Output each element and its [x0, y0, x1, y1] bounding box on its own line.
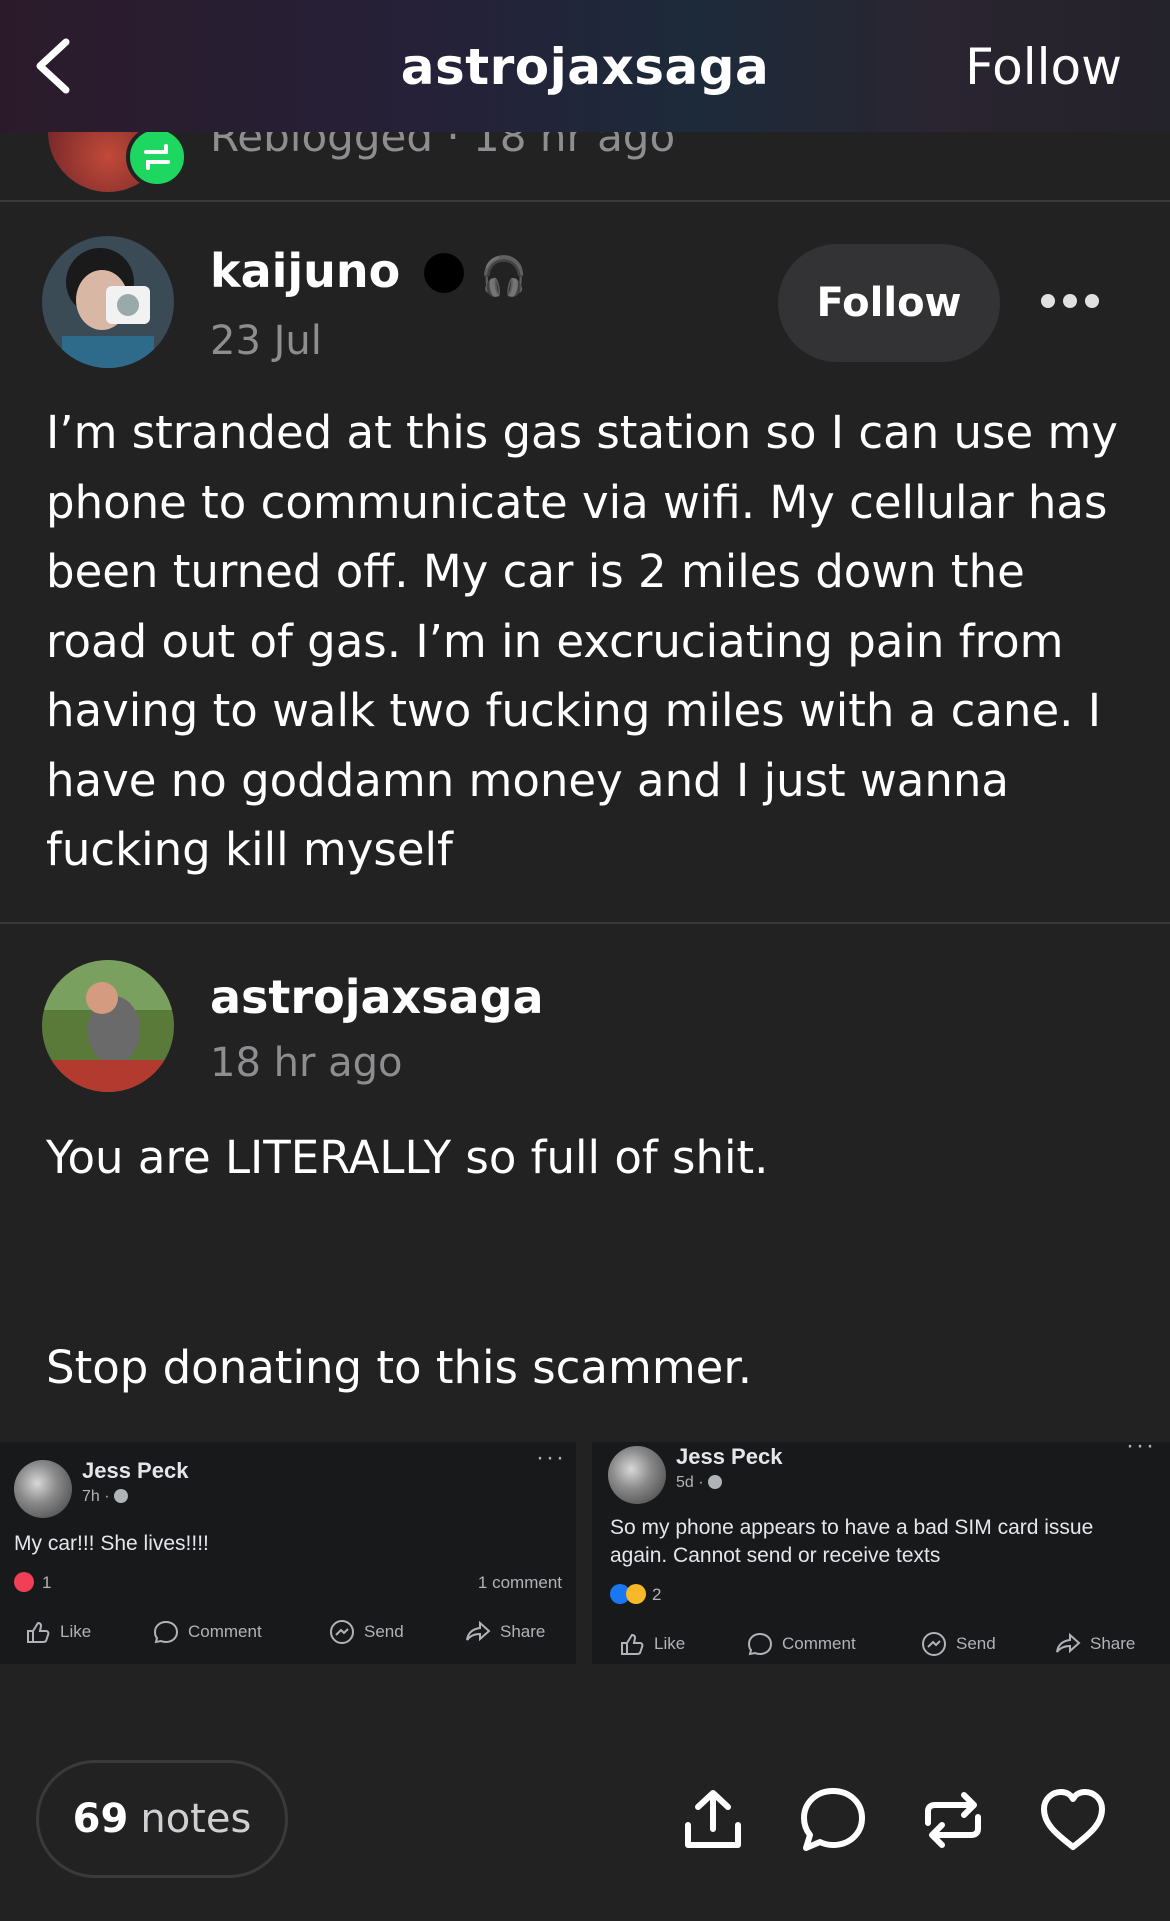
comment-button[interactable] [798, 1785, 868, 1855]
comment-button: Comment [152, 1618, 262, 1646]
share-button: Share [1054, 1630, 1135, 1658]
thumbs-up-icon [621, 1633, 644, 1655]
screenshot-meta: 5d · [676, 1474, 723, 1492]
notes-button[interactable]: 69 notes [36, 1760, 288, 1878]
comment-icon [801, 1788, 865, 1851]
embedded-screenshot[interactable]: Jess Peck 5d · ··· So my phone appears t… [592, 1442, 1170, 1664]
more-options-button[interactable] [1040, 286, 1100, 316]
messenger-icon [922, 1632, 946, 1656]
reblog-badge-icon [126, 132, 188, 188]
headphones-icon: 🎧 [480, 254, 528, 298]
post-date: 18 hr ago [210, 1040, 403, 1086]
avatar [14, 1460, 72, 1518]
share-arrow-icon [466, 1620, 491, 1642]
share-button[interactable] [678, 1785, 748, 1855]
thumbs-up-icon [27, 1621, 50, 1643]
love-reaction-icon [14, 1572, 34, 1592]
avatar[interactable] [42, 236, 174, 368]
top-bar: astrojaxsaga Follow [0, 0, 1170, 132]
follow-button[interactable]: Follow [778, 244, 1000, 362]
header-follow-button[interactable]: Follow [965, 38, 1122, 96]
like-button: Like [24, 1618, 91, 1646]
avatar [608, 1446, 666, 1504]
comment-icon [747, 1632, 773, 1656]
embedded-screenshot[interactable]: Jess Peck 7h · ··· My car!!! She lives!!… [0, 1442, 576, 1664]
avatar[interactable] [42, 960, 174, 1092]
post-body: I’m stranded at this gas station so I ca… [46, 406, 1118, 876]
heart-icon [1041, 1789, 1105, 1850]
comment-button: Comment [746, 1630, 856, 1658]
messenger-icon [330, 1620, 354, 1644]
divider [0, 922, 1170, 924]
reaction-count: 2 [652, 1585, 662, 1604]
status-dot-icon [424, 253, 465, 293]
screenshot-meta: 7h · [82, 1488, 129, 1506]
post-date: 23 Jul [210, 318, 322, 364]
share-button: Share [464, 1618, 545, 1646]
comment-icon [153, 1620, 179, 1644]
more-dots-icon [1041, 294, 1099, 308]
reblog-header: Reblogged · 18 hr ago [0, 132, 1170, 202]
share-icon [685, 1790, 741, 1848]
post-paragraph: You are LITERALLY so full of shit. [46, 1131, 769, 1184]
globe-icon [114, 1489, 129, 1503]
globe-icon [708, 1475, 723, 1489]
more-dots-icon: ··· [536, 1444, 566, 1471]
notes-label: notes [140, 1796, 252, 1842]
comment-count: 1 comment [477, 1573, 562, 1592]
screenshot-author: Jess Peck [676, 1444, 783, 1469]
send-button: Send [328, 1618, 404, 1646]
reblog-icon [925, 1792, 981, 1848]
like-button[interactable] [1038, 1785, 1108, 1855]
reblog-button[interactable] [918, 1785, 988, 1855]
more-dots-icon: ··· [1126, 1442, 1156, 1459]
share-arrow-icon [1056, 1632, 1081, 1654]
wow-reaction-icon [626, 1584, 646, 1604]
reaction-count: 1 [42, 1573, 52, 1592]
notes-count: 69 [72, 1796, 129, 1842]
post-username[interactable]: kaijuno 🎧 [210, 244, 528, 299]
send-button: Send [920, 1630, 996, 1658]
like-button: Like [618, 1630, 685, 1658]
screenshot-author: Jess Peck [82, 1458, 189, 1483]
reblog-meta: Reblogged · 18 hr ago [210, 132, 676, 161]
post-username[interactable]: astrojaxsaga [210, 970, 544, 1024]
screenshot-text: So my phone appears to have a bad SIM ca… [610, 1516, 1094, 1567]
screenshot-text: My car!!! She lives!!!! [14, 1532, 209, 1555]
post-paragraph: Stop donating to this scammer. [46, 1341, 753, 1394]
